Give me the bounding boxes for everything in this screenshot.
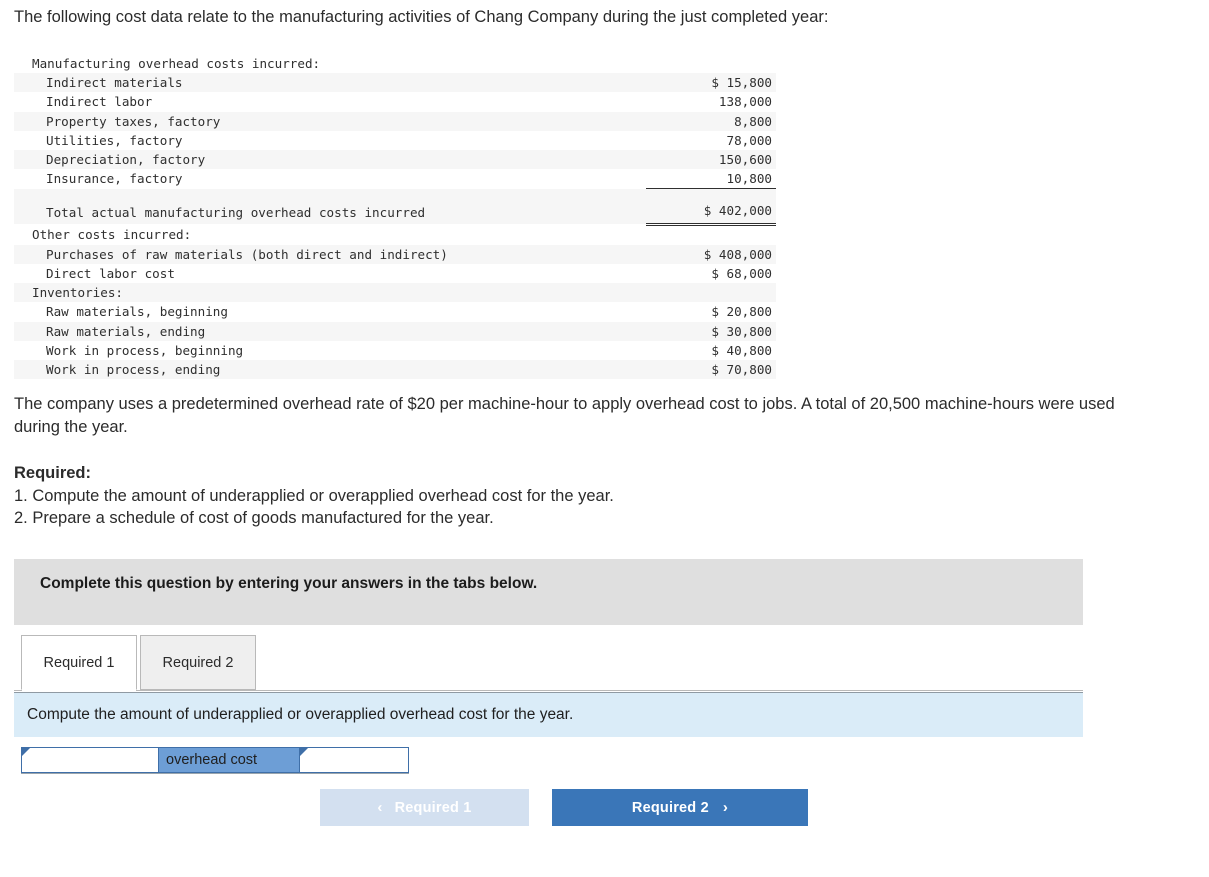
required-item-2: 2. Prepare a schedule of cost of goods m… <box>14 509 494 527</box>
intro-paragraph: The following cost data relate to the ma… <box>14 8 829 26</box>
table-row-label: Indirect materials <box>14 73 646 93</box>
answer-input-row: overhead cost <box>21 747 409 773</box>
table-row-label: Direct labor cost <box>14 264 646 284</box>
instruction-bar-text: Compute the amount of underapplied or ov… <box>27 706 574 723</box>
table-row-label: Indirect labor <box>14 92 646 112</box>
table-row-label: Other costs incurred: <box>14 224 646 245</box>
table-row: Insurance, factory 10,800 <box>14 169 776 189</box>
table-row-label: Purchases of raw materials (both direct … <box>14 244 646 265</box>
table-row-label: Inventories: <box>14 283 646 303</box>
cost-data-table: Manufacturing overhead costs incurred: In… <box>14 54 776 380</box>
complete-question-banner-text: Complete this question by entering your … <box>40 575 538 592</box>
tab-bar-underline <box>14 690 1083 691</box>
cost-data-table-body: Manufacturing overhead costs incurred: In… <box>14 54 776 380</box>
answer-cell-middle-label: overhead cost <box>159 748 300 772</box>
table-row: Work in process, beginning $ 40,800 <box>14 340 776 361</box>
table-row-amount <box>646 54 776 74</box>
table-row-label: Utilities, factory <box>14 130 646 151</box>
table-row-label: Depreciation, factory <box>14 150 646 170</box>
tab-required-1[interactable]: Required 1 <box>21 635 137 690</box>
table-row-label: Insurance, factory <box>14 169 646 189</box>
table-row-amount <box>646 283 776 303</box>
table-row: Raw materials, ending $ 30,800 <box>14 321 776 341</box>
overhead-rate-paragraph: The company uses a predetermined overhea… <box>14 395 1115 436</box>
table-row: Indirect materials $ 15,800 <box>14 73 776 93</box>
table-row: Depreciation, factory 150,600 <box>14 150 776 170</box>
next-required-button[interactable]: Required 2 › <box>552 789 808 826</box>
table-row-amount: $ 30,800 <box>646 321 776 341</box>
table-row-label: Property taxes, factory <box>14 111 646 131</box>
table-row-label: Raw materials, beginning <box>14 302 646 322</box>
table-row-amount: $ 70,800 <box>646 360 776 380</box>
tab-required-2-label: Required 2 <box>162 654 234 671</box>
spacer-amount-cell <box>646 188 776 199</box>
chevron-right-icon: › <box>722 799 729 816</box>
tab-required-1-label: Required 1 <box>43 654 115 671</box>
cell-marker-icon <box>22 748 30 756</box>
table-row-amount: 8,800 <box>646 111 776 131</box>
table-row: Manufacturing overhead costs incurred: <box>14 54 776 74</box>
table-row: Indirect labor 138,000 <box>14 92 776 112</box>
table-row: Inventories: <box>14 283 776 303</box>
table-row-amount: $ 40,800 <box>646 340 776 361</box>
table-row: Property taxes, factory 8,800 <box>14 111 776 131</box>
table-row: Other costs incurred: <box>14 224 776 245</box>
table-row-amount: $ 15,800 <box>646 73 776 93</box>
answer-cell-middle-label-text: overhead cost <box>166 752 258 768</box>
table-row: Total actual manufacturing overhead cost… <box>14 198 776 226</box>
previous-required-button[interactable]: ‹ Required 1 <box>320 789 529 826</box>
table-row-amount <box>646 224 776 245</box>
table-row-spacer <box>14 188 776 199</box>
table-row-label: Work in process, beginning <box>14 340 646 361</box>
table-row: Raw materials, beginning $ 20,800 <box>14 302 776 322</box>
table-row-label: Raw materials, ending <box>14 321 646 341</box>
table-row-label: Manufacturing overhead costs incurred: <box>14 54 646 74</box>
table-row-amount: 138,000 <box>646 92 776 112</box>
table-row: Utilities, factory 78,000 <box>14 130 776 151</box>
table-row-amount: 78,000 <box>646 130 776 151</box>
table-row-amount: $ 68,000 <box>646 264 776 284</box>
next-required-button-label: Required 2 <box>631 799 709 816</box>
table-row: Work in process, ending $ 70,800 <box>14 360 776 380</box>
instruction-bar: Compute the amount of underapplied or ov… <box>14 692 1083 737</box>
spacer-label-cell <box>14 188 646 199</box>
table-row-amount: $ 402,000 <box>646 198 776 226</box>
chevron-left-icon: ‹ <box>377 799 383 816</box>
complete-question-banner: Complete this question by entering your … <box>14 559 1083 625</box>
cell-marker-icon <box>300 748 308 756</box>
table-row-amount: 150,600 <box>646 150 776 170</box>
table-row-amount: 10,800 <box>646 169 776 189</box>
table-row-label: Work in process, ending <box>14 360 646 380</box>
answer-cell-left[interactable] <box>22 748 159 772</box>
table-row: Direct labor cost $ 68,000 <box>14 264 776 284</box>
table-row-amount: $ 408,000 <box>646 244 776 265</box>
tab-required-2[interactable]: Required 2 <box>140 635 256 690</box>
required-item-1: 1. Compute the amount of underapplied or… <box>14 487 614 505</box>
required-heading: Required: <box>14 464 92 482</box>
answer-cell-right[interactable] <box>300 748 408 772</box>
table-row: Purchases of raw materials (both direct … <box>14 244 776 265</box>
previous-required-button-label: Required 1 <box>394 799 472 816</box>
table-row-label: Total actual manufacturing overhead cost… <box>14 198 646 225</box>
tab-bar-underline-mask <box>22 690 136 691</box>
table-row-amount: $ 20,800 <box>646 302 776 322</box>
